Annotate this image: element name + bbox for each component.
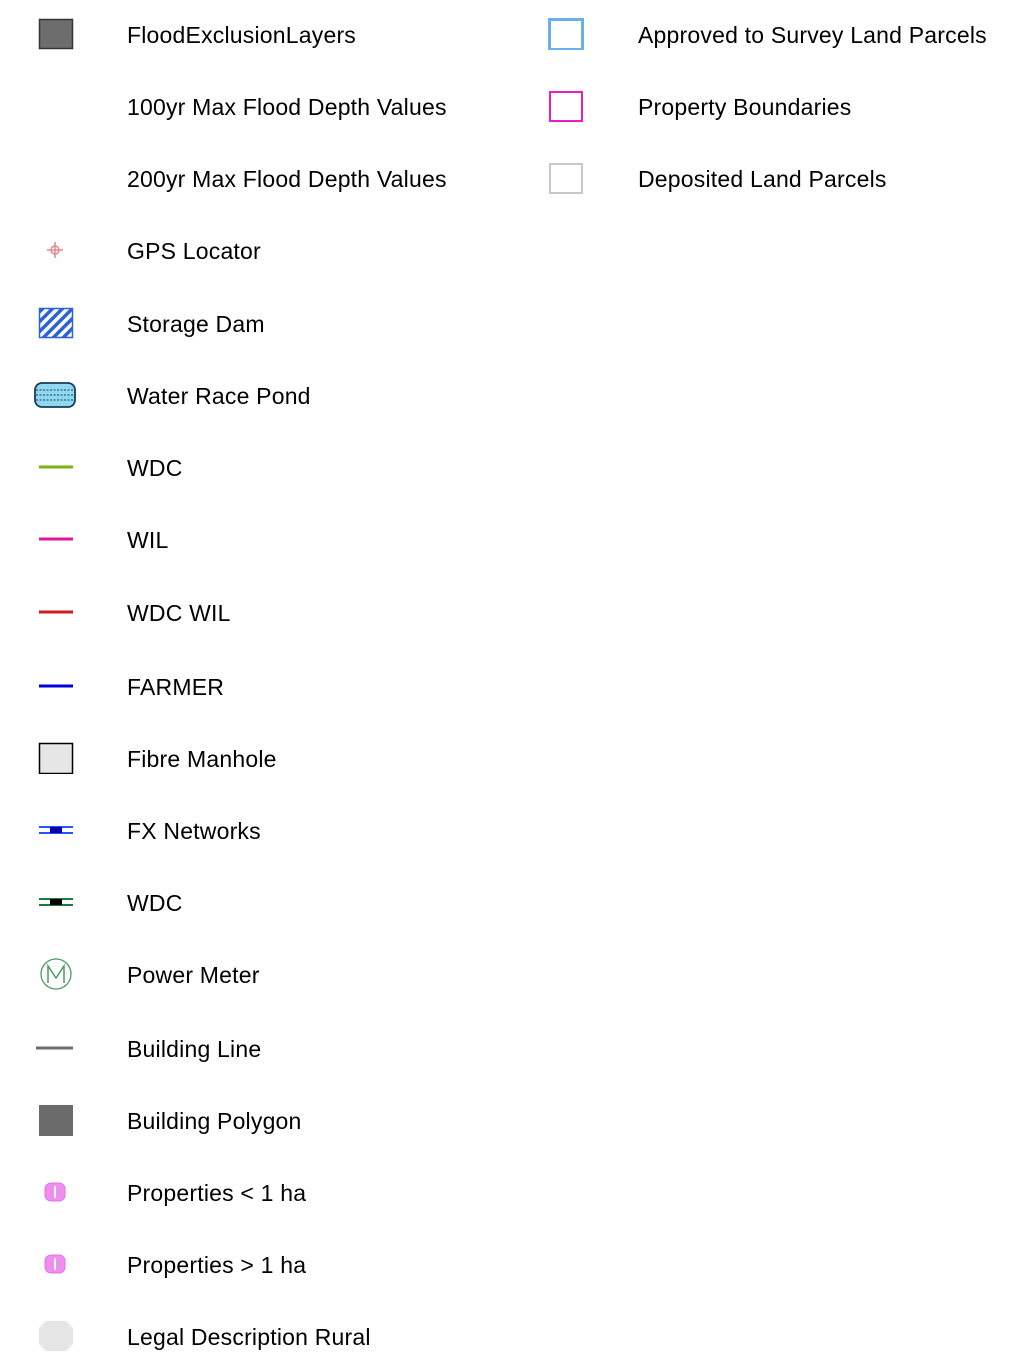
legend-item-properties-large: Properties > 1 ha <box>0 1244 540 1284</box>
red-line-icon <box>22 596 90 628</box>
legend-item-flood-exclusion: FloodExclusionLayers <box>0 14 540 54</box>
legend-label: Building Line <box>127 1036 262 1062</box>
dark-gray-square-icon <box>22 18 90 50</box>
legend-item-storage-dam: Storage Dam <box>0 303 540 343</box>
green-cable-line-icon <box>22 886 90 918</box>
light-gray-square-icon <box>22 742 90 774</box>
legend-item-deposited-parcels: Deposited Land Parcels <box>540 158 1035 198</box>
legend-item-farmer-line: FARMER <box>0 666 540 706</box>
legend-item-fx-networks: FX Networks <box>0 810 540 850</box>
legend-item-gps-locator: GPS Locator <box>0 230 540 270</box>
magenta-line-icon <box>22 523 90 555</box>
legend-item-water-race-pond: Water Race Pond <box>0 375 540 415</box>
legend-item-building-polygon: Building Polygon <box>0 1100 540 1140</box>
meter-circle-icon <box>22 958 90 990</box>
legend-label: FARMER <box>127 674 225 700</box>
legend-item-wdc-cable: WDC <box>0 882 540 922</box>
legend-item-approved-survey: Approved to Survey Land Parcels <box>540 14 1035 54</box>
legend-label: Building Polygon <box>127 1108 302 1134</box>
legend-item-200yr-flood: 200yr Max Flood Depth Values <box>0 158 540 198</box>
legend-label: Properties > 1 ha <box>127 1252 307 1278</box>
water-pond-icon <box>22 379 90 411</box>
legend-item-wil-line: WIL <box>0 519 540 559</box>
gray-outline-square-icon <box>540 162 608 194</box>
legend-item-building-line: Building Line <box>0 1028 540 1068</box>
blue-line-icon <box>22 670 90 702</box>
legend-label: GPS Locator <box>127 238 261 264</box>
legend-label: Deposited Land Parcels <box>638 166 887 192</box>
legend-label: Water Race Pond <box>127 383 311 409</box>
legend-item-property-boundaries: Property Boundaries <box>540 86 1035 126</box>
hatched-blue-square-icon <box>22 307 90 339</box>
legend-label: WDC <box>127 455 183 481</box>
pink-marker-icon <box>22 1248 90 1280</box>
gray-line-icon <box>22 1032 90 1064</box>
light-gray-octagon-icon <box>22 1320 90 1352</box>
legend-label: Approved to Survey Land Parcels <box>638 22 987 48</box>
legend-item-fibre-manhole: Fibre Manhole <box>0 738 540 778</box>
legend-label: WDC <box>127 890 183 916</box>
pink-marker-icon <box>22 1176 90 1208</box>
light-blue-outline-square-icon <box>540 18 608 50</box>
legend-item-100yr-flood: 100yr Max Flood Depth Values <box>0 86 540 126</box>
legend-label: Storage Dam <box>127 311 265 337</box>
legend-label: FX Networks <box>127 818 261 844</box>
legend-label: WDC WIL <box>127 600 231 626</box>
legend-label: Fibre Manhole <box>127 746 277 772</box>
legend-label: 200yr Max Flood Depth Values <box>127 166 447 192</box>
legend-label: FloodExclusionLayers <box>127 22 357 48</box>
gray-filled-square-icon <box>22 1104 90 1136</box>
legend-label: Properties < 1 ha <box>127 1180 307 1206</box>
legend-label: Property Boundaries <box>638 94 852 120</box>
legend-item-legal-description-rural: Legal Description Rural <box>0 1316 540 1356</box>
legend-item-wdc-line: WDC <box>0 447 540 487</box>
legend-item-power-meter: Power Meter <box>0 954 540 994</box>
legend-label: Power Meter <box>127 962 260 988</box>
legend-label: WIL <box>127 527 169 553</box>
legend-label: 100yr Max Flood Depth Values <box>127 94 447 120</box>
green-line-icon <box>22 451 90 483</box>
blue-cable-line-icon <box>22 814 90 846</box>
magenta-outline-square-icon <box>540 90 608 122</box>
crosshair-marker-icon <box>22 234 90 266</box>
legend-label: Legal Description Rural <box>127 1324 371 1350</box>
legend-item-properties-small: Properties < 1 ha <box>0 1172 540 1212</box>
legend-item-wdc-wil-line: WDC WIL <box>0 592 540 632</box>
